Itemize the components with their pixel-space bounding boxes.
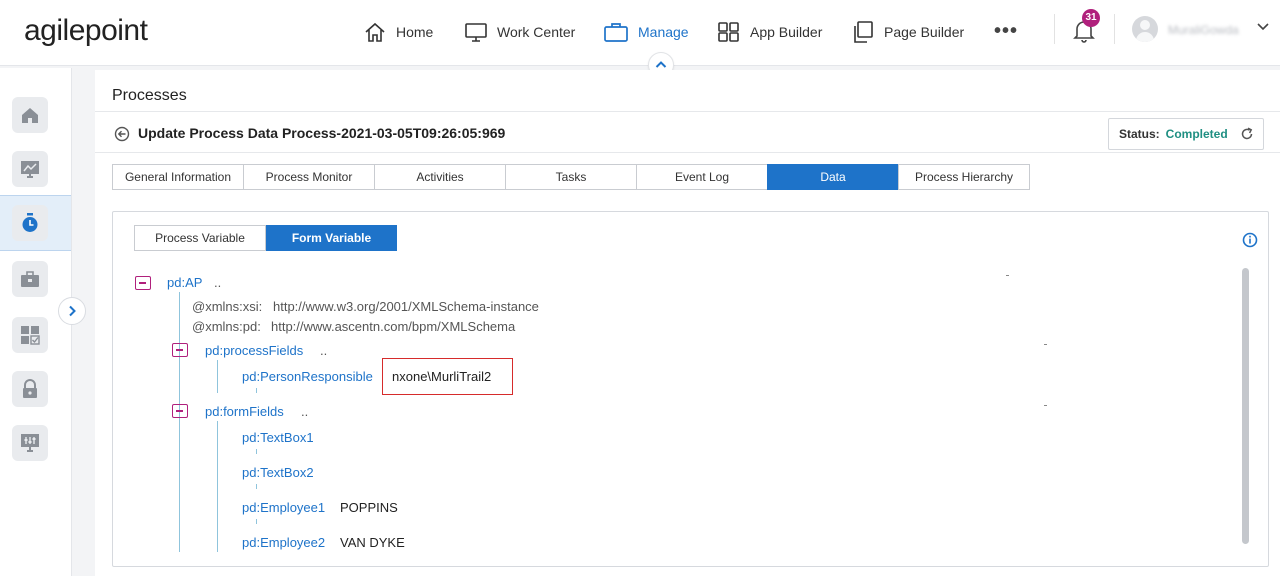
process-title: Update Process Data Process-2021-03-05T0… [138,125,506,141]
chevron-right-icon [69,305,76,317]
divider [95,111,1280,112]
tree-node-expand-dots[interactable]: .. [214,275,221,290]
username[interactable]: MuraliGowda [1168,23,1239,37]
apps-icon [21,326,40,345]
nav-page-builder[interactable]: Page Builder [851,18,964,46]
data-panel: Process Variable Form Variable pd:AP .. … [112,211,1269,567]
nav-app-builder[interactable]: App Builder [717,18,822,46]
nav-app-builder-label: App Builder [750,24,823,40]
tree-node-process-fields[interactable]: pd:processFields [205,343,303,358]
monitor-icon [465,23,487,42]
grid-icon [718,22,739,42]
tree-tick [256,449,257,454]
chevron-down-icon[interactable] [1257,22,1269,32]
nav-home-label: Home [396,24,434,40]
tree-node-expand-dots[interactable]: .. [301,404,308,419]
tab-bar: General Information Process Monitor Acti… [112,164,1030,190]
nav-page-builder-label: Page Builder [884,24,965,40]
divider [1054,14,1055,44]
timer-icon [22,213,38,232]
collapse-toggle-root[interactable] [135,276,151,290]
tree-node-expand-dots[interactable]: .. [320,343,327,358]
tree-marker [1044,405,1047,406]
nav-manage[interactable]: Manage [603,18,689,46]
notification-badge: 31 [1082,9,1100,27]
status-label: Status: [1119,127,1160,141]
tree-node-value: nxone\MurliTrail2 [392,369,492,384]
expand-sidebar-button[interactable] [58,297,86,325]
avatar[interactable] [1132,16,1158,42]
nav-work-center[interactable]: Work Center [464,18,575,46]
tree-tick [256,519,257,524]
pages-icon [854,21,873,43]
tree-marker [1044,344,1047,345]
status-value: Completed [1165,127,1228,141]
sidebar-item-home[interactable] [12,97,48,133]
home-icon [365,22,385,42]
toolbox-icon [21,271,39,287]
tree-tick [256,484,257,489]
tree-node-value: VAN DYKE [340,535,405,550]
info-icon[interactable] [1242,232,1258,248]
tree-attribute-value: http://www.w3.org/2001/XMLSchema-instanc… [273,299,539,314]
chart-icon [21,161,39,178]
home-icon [22,108,38,123]
tree-node-root[interactable]: pd:AP [167,275,202,290]
collapse-toggle-process-fields[interactable] [172,343,188,357]
sidebar [0,68,72,576]
scrollbar[interactable] [1242,268,1249,544]
tab-process-monitor[interactable]: Process Monitor [243,164,375,190]
nav-manage-label: Manage [638,24,689,40]
agilepoint-logo[interactable]: agilepoint [24,14,148,48]
tree-attribute-name: @xmlns:pd: [192,319,261,334]
nav-work-center-label: Work Center [497,24,576,40]
tree-node-value: POPPINS [340,500,398,515]
tree-node-person-responsible[interactable]: pd:PersonResponsible [242,369,373,384]
tab-process-hierarchy[interactable]: Process Hierarchy [898,164,1030,190]
tree-attribute-value: http://www.ascentn.com/bpm/XMLSchema [271,319,516,334]
tab-activities[interactable]: Activities [374,164,506,190]
top-bar: agilepoint Home Work Center Manage App B… [0,0,1280,78]
sidebar-item-apps[interactable] [12,317,48,353]
nav-home[interactable]: Home [363,18,433,46]
chevron-up-icon [655,61,667,68]
tree-guide-line [217,421,218,552]
briefcase-icon [604,23,628,42]
tab-data[interactable]: Data [767,164,899,190]
tree-guide-line [217,360,218,393]
tab-event-log[interactable]: Event Log [636,164,768,190]
tree-guide-line [179,292,180,552]
sidebar-item-work-center[interactable] [12,151,48,187]
collapse-toggle-form-fields[interactable] [172,404,188,418]
xml-tree: pd:AP .. @xmlns:xsi: http://www.w3.org/2… [113,212,1213,568]
sidebar-item-processes[interactable] [12,205,48,241]
divider [95,152,1280,153]
tree-attribute-name: @xmlns:xsi: [192,299,263,314]
sidebar-item-settings[interactable] [12,425,48,461]
main-content: Processes Update Process Data Process-20… [95,70,1280,576]
tree-node-textbox1[interactable]: pd:TextBox1 [242,430,314,445]
tree-tick [256,388,257,393]
sidebar-item-toolbox[interactable] [12,261,48,297]
back-arrow-icon[interactable] [114,126,130,142]
tab-tasks[interactable]: Tasks [505,164,637,190]
refresh-icon[interactable] [1240,127,1254,141]
tree-node-form-fields[interactable]: pd:formFields [205,404,284,419]
settings-icon [21,434,39,452]
more-menu-button[interactable]: ••• [994,20,1018,43]
tree-marker [1006,275,1009,276]
tree-node-employee2[interactable]: pd:Employee2 [242,535,325,550]
status-indicator: Status: Completed [1108,118,1264,150]
tab-general-information[interactable]: General Information [112,164,244,190]
tree-node-textbox2[interactable]: pd:TextBox2 [242,465,314,480]
divider [1114,14,1115,44]
page-title: Processes [112,87,187,104]
tree-node-employee1[interactable]: pd:Employee1 [242,500,325,515]
sidebar-item-security[interactable] [12,371,48,407]
lock-icon [23,379,37,398]
